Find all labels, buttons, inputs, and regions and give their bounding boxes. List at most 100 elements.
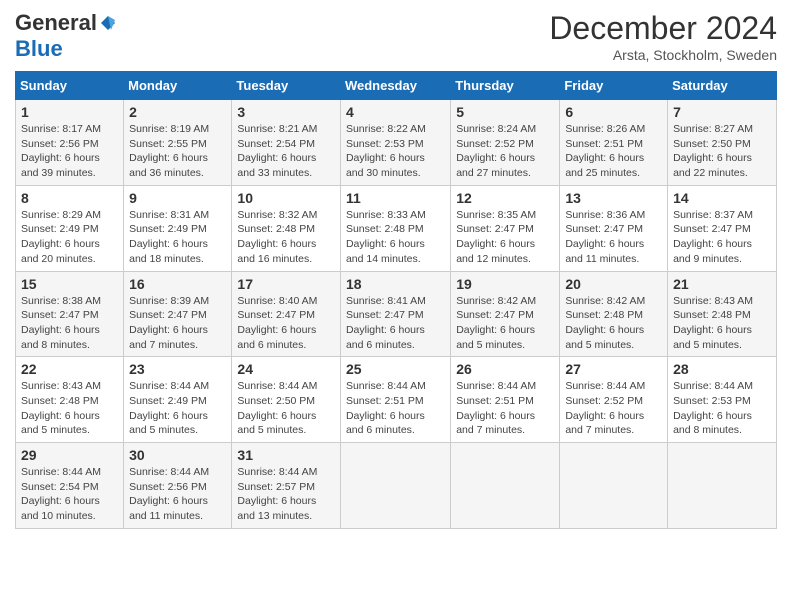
day-number: 8	[21, 190, 118, 206]
calendar-cell: 21Sunrise: 8:43 AM Sunset: 2:48 PM Dayli…	[668, 271, 777, 357]
calendar-cell: 3 Sunrise: 8:21 AM Sunset: 2:54 PM Daylig…	[232, 100, 341, 186]
calendar-cell: 11Sunrise: 8:33 AM Sunset: 2:48 PM Dayli…	[340, 185, 450, 271]
day-number: 27	[565, 361, 662, 377]
calendar-cell: 26Sunrise: 8:44 AM Sunset: 2:51 PM Dayli…	[451, 357, 560, 443]
day-info: Sunrise: 8:27 AM Sunset: 2:50 PM Dayligh…	[673, 122, 771, 181]
calendar-cell: 14 Sunrise: 8:37 AM Sunset: 2:47 PM Dayli…	[668, 185, 777, 271]
day-number: 12	[456, 190, 554, 206]
day-info: Sunrise: 8:24 AM Sunset: 2:52 PM Dayligh…	[456, 122, 554, 181]
calendar-cell: 15 Sunrise: 8:38 AM Sunset: 2:47 PM Dayli…	[16, 271, 124, 357]
day-info: Sunrise: 8:42 AM Sunset: 2:48 PM Dayligh…	[565, 294, 662, 353]
calendar-cell: 4Sunrise: 8:22 AM Sunset: 2:53 PM Daylig…	[340, 100, 450, 186]
calendar-week-5: 29 Sunrise: 8:44 AM Sunset: 2:54 PM Dayli…	[16, 443, 777, 529]
day-info: Sunrise: 8:41 AM Sunset: 2:47 PM Dayligh…	[346, 294, 445, 353]
title-block: December 2024 Arsta, Stockholm, Sweden	[549, 10, 777, 63]
day-info: Sunrise: 8:44 AM Sunset: 2:53 PM Dayligh…	[673, 379, 771, 438]
day-number: 21	[673, 276, 771, 292]
calendar-cell	[668, 443, 777, 529]
col-tuesday: Tuesday	[232, 72, 341, 100]
col-monday: Monday	[124, 72, 232, 100]
day-info: Sunrise: 8:44 AM Sunset: 2:50 PM Dayligh…	[237, 379, 335, 438]
day-info: Sunrise: 8:44 AM Sunset: 2:51 PM Dayligh…	[346, 379, 445, 438]
calendar-cell: 24 Sunrise: 8:44 AM Sunset: 2:50 PM Dayli…	[232, 357, 341, 443]
day-info: Sunrise: 8:21 AM Sunset: 2:54 PM Dayligh…	[237, 122, 335, 181]
day-number: 20	[565, 276, 662, 292]
day-number: 10	[237, 190, 335, 206]
day-number: 23	[129, 361, 226, 377]
day-number: 15	[21, 276, 118, 292]
calendar-week-3: 15 Sunrise: 8:38 AM Sunset: 2:47 PM Dayli…	[16, 271, 777, 357]
calendar-cell: 20 Sunrise: 8:42 AM Sunset: 2:48 PM Dayli…	[560, 271, 668, 357]
day-info: Sunrise: 8:17 AM Sunset: 2:56 PM Dayligh…	[21, 122, 118, 181]
calendar-cell: 19 Sunrise: 8:42 AM Sunset: 2:47 PM Dayli…	[451, 271, 560, 357]
day-number: 14	[673, 190, 771, 206]
calendar-cell	[451, 443, 560, 529]
calendar-cell: 7 Sunrise: 8:27 AM Sunset: 2:50 PM Daylig…	[668, 100, 777, 186]
day-info: Sunrise: 8:44 AM Sunset: 2:56 PM Dayligh…	[129, 465, 226, 524]
col-sunday: Sunday	[16, 72, 124, 100]
col-friday: Friday	[560, 72, 668, 100]
day-info: Sunrise: 8:39 AM Sunset: 2:47 PM Dayligh…	[129, 294, 226, 353]
col-saturday: Saturday	[668, 72, 777, 100]
day-number: 31	[237, 447, 335, 463]
calendar-week-4: 22 Sunrise: 8:43 AM Sunset: 2:48 PM Dayli…	[16, 357, 777, 443]
calendar-week-1: 1 Sunrise: 8:17 AM Sunset: 2:56 PM Daylig…	[16, 100, 777, 186]
day-info: Sunrise: 8:44 AM Sunset: 2:52 PM Dayligh…	[565, 379, 662, 438]
calendar-cell: 2Sunrise: 8:19 AM Sunset: 2:55 PM Daylig…	[124, 100, 232, 186]
day-number: 13	[565, 190, 662, 206]
calendar-header-row: Sunday Monday Tuesday Wednesday Thursday…	[16, 72, 777, 100]
calendar-cell: 30 Sunrise: 8:44 AM Sunset: 2:56 PM Dayli…	[124, 443, 232, 529]
calendar-cell: 8Sunrise: 8:29 AM Sunset: 2:49 PM Daylig…	[16, 185, 124, 271]
calendar-cell: 23Sunrise: 8:44 AM Sunset: 2:49 PM Dayli…	[124, 357, 232, 443]
day-number: 26	[456, 361, 554, 377]
day-number: 3	[237, 104, 335, 120]
day-info: Sunrise: 8:19 AM Sunset: 2:55 PM Dayligh…	[129, 122, 226, 181]
month-title: December 2024	[549, 10, 777, 47]
logo-general-text: General	[15, 10, 97, 36]
location-subtitle: Arsta, Stockholm, Sweden	[549, 47, 777, 63]
calendar-cell: 16 Sunrise: 8:39 AM Sunset: 2:47 PM Dayli…	[124, 271, 232, 357]
day-info: Sunrise: 8:42 AM Sunset: 2:47 PM Dayligh…	[456, 294, 554, 353]
day-number: 5	[456, 104, 554, 120]
col-thursday: Thursday	[451, 72, 560, 100]
day-number: 11	[346, 190, 445, 206]
day-number: 16	[129, 276, 226, 292]
day-number: 22	[21, 361, 118, 377]
calendar-cell: 9Sunrise: 8:31 AM Sunset: 2:49 PM Daylig…	[124, 185, 232, 271]
day-number: 24	[237, 361, 335, 377]
logo: General Blue	[15, 10, 117, 62]
day-info: Sunrise: 8:38 AM Sunset: 2:47 PM Dayligh…	[21, 294, 118, 353]
day-info: Sunrise: 8:43 AM Sunset: 2:48 PM Dayligh…	[21, 379, 118, 438]
logo-icon	[99, 14, 117, 32]
calendar-week-2: 8Sunrise: 8:29 AM Sunset: 2:49 PM Daylig…	[16, 185, 777, 271]
day-info: Sunrise: 8:35 AM Sunset: 2:47 PM Dayligh…	[456, 208, 554, 267]
calendar-cell: 17 Sunrise: 8:40 AM Sunset: 2:47 PM Dayli…	[232, 271, 341, 357]
day-number: 29	[21, 447, 118, 463]
calendar-cell: 25Sunrise: 8:44 AM Sunset: 2:51 PM Dayli…	[340, 357, 450, 443]
calendar-cell: 31Sunrise: 8:44 AM Sunset: 2:57 PM Dayli…	[232, 443, 341, 529]
page-header: General Blue December 2024 Arsta, Stockh…	[15, 10, 777, 63]
day-info: Sunrise: 8:44 AM Sunset: 2:54 PM Dayligh…	[21, 465, 118, 524]
logo-blue-text: Blue	[15, 36, 63, 61]
day-info: Sunrise: 8:37 AM Sunset: 2:47 PM Dayligh…	[673, 208, 771, 267]
day-number: 1	[21, 104, 118, 120]
calendar-cell: 13 Sunrise: 8:36 AM Sunset: 2:47 PM Dayli…	[560, 185, 668, 271]
day-info: Sunrise: 8:31 AM Sunset: 2:49 PM Dayligh…	[129, 208, 226, 267]
calendar-cell: 18 Sunrise: 8:41 AM Sunset: 2:47 PM Dayli…	[340, 271, 450, 357]
calendar-cell: 1 Sunrise: 8:17 AM Sunset: 2:56 PM Daylig…	[16, 100, 124, 186]
day-number: 30	[129, 447, 226, 463]
day-number: 19	[456, 276, 554, 292]
day-info: Sunrise: 8:36 AM Sunset: 2:47 PM Dayligh…	[565, 208, 662, 267]
calendar-cell: 5 Sunrise: 8:24 AM Sunset: 2:52 PM Daylig…	[451, 100, 560, 186]
day-number: 6	[565, 104, 662, 120]
calendar-cell: 10Sunrise: 8:32 AM Sunset: 2:48 PM Dayli…	[232, 185, 341, 271]
calendar-cell: 6 Sunrise: 8:26 AM Sunset: 2:51 PM Daylig…	[560, 100, 668, 186]
day-number: 18	[346, 276, 445, 292]
col-wednesday: Wednesday	[340, 72, 450, 100]
day-info: Sunrise: 8:26 AM Sunset: 2:51 PM Dayligh…	[565, 122, 662, 181]
day-number: 7	[673, 104, 771, 120]
day-number: 17	[237, 276, 335, 292]
day-info: Sunrise: 8:40 AM Sunset: 2:47 PM Dayligh…	[237, 294, 335, 353]
calendar-cell	[340, 443, 450, 529]
calendar-cell: 27 Sunrise: 8:44 AM Sunset: 2:52 PM Dayli…	[560, 357, 668, 443]
